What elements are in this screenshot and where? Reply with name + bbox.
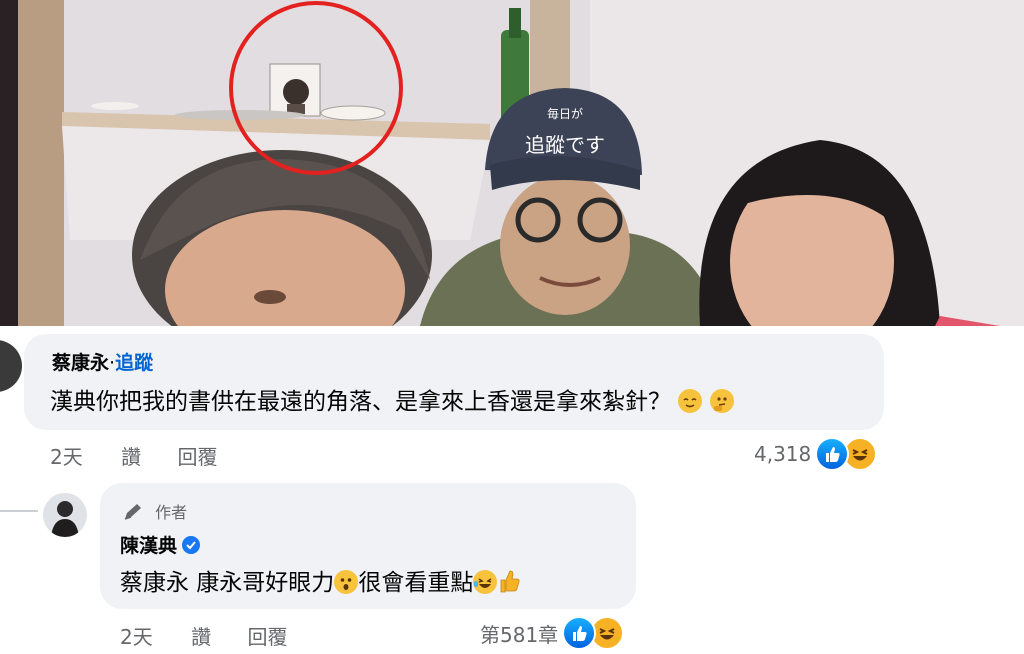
comment-meta: 2天 讚 回覆 (50, 441, 217, 470)
reply-body-part2: 很會看重點 (358, 570, 474, 596)
reply-bubble: 作者 陳漢典 蔡康永 康永哥好眼力 很會看重點 (100, 483, 636, 609)
like-button[interactable]: 讚 (191, 625, 211, 649)
author-name[interactable]: 蔡康永 (52, 352, 109, 374)
author-avatar[interactable] (43, 493, 87, 537)
like-icon (815, 437, 850, 471)
thumbs-up-icon (497, 568, 521, 600)
author-name[interactable]: 陳漢典 (120, 535, 177, 557)
thinking-face-icon (709, 389, 734, 413)
verified-badge-icon (182, 536, 201, 554)
comment-bubble: 蔡康永·追蹤 漢典你把我的書供在最遠的角落、是拿來上香還是拿來紮針？ (24, 334, 884, 430)
comment-body: 漢典你把我的書供在最遠的角落、是拿來上香還是拿來紮針？ (50, 389, 671, 415)
cap-text-small: 毎日が (547, 106, 583, 121)
comment-time[interactable]: 2天 (50, 445, 83, 469)
rolling-laughing-icon (473, 570, 498, 594)
reply-text: 蔡康永 康永哥好眼力 很會看重點 (120, 563, 521, 600)
reaction-summary[interactable]: 第581章 (480, 616, 625, 650)
avatar[interactable] (0, 340, 22, 392)
author-tag-label: 作者 (155, 503, 188, 522)
reaction-summary[interactable]: 4,318 (754, 437, 878, 471)
mention-link[interactable]: 蔡康永 (120, 570, 189, 596)
reaction-count: 第581章 (480, 622, 559, 647)
reply-button[interactable]: 回覆 (247, 625, 287, 649)
cap-text-big: 追蹤です (525, 133, 605, 157)
reply-body-part1: 康永哥好眼力 (189, 570, 335, 596)
post-photo[interactable]: 毎日が 追蹤です (0, 0, 1024, 326)
photo-scene: 毎日が 追蹤です (0, 0, 1024, 326)
like-icon (562, 616, 597, 650)
reply-button[interactable]: 回覆 (177, 445, 217, 469)
comment-time[interactable]: 2天 (120, 625, 153, 649)
reaction-count: 4,318 (754, 442, 812, 466)
author-tag: 作者 (122, 499, 187, 523)
relieved-face-icon (678, 389, 703, 413)
pen-icon (124, 504, 141, 520)
like-button[interactable]: 讚 (121, 445, 141, 469)
astonished-face-icon (334, 570, 359, 594)
reply-author: 陳漢典 (120, 531, 201, 558)
comment-author: 蔡康永·追蹤 (52, 352, 154, 374)
reply-meta: 2天 讚 回覆 (120, 621, 287, 650)
comment-text: 漢典你把我的書供在最遠的角落、是拿來上香還是拿來紮針？ (50, 382, 734, 416)
thread-line (0, 510, 38, 512)
follow-link[interactable]: 追蹤 (115, 352, 153, 374)
